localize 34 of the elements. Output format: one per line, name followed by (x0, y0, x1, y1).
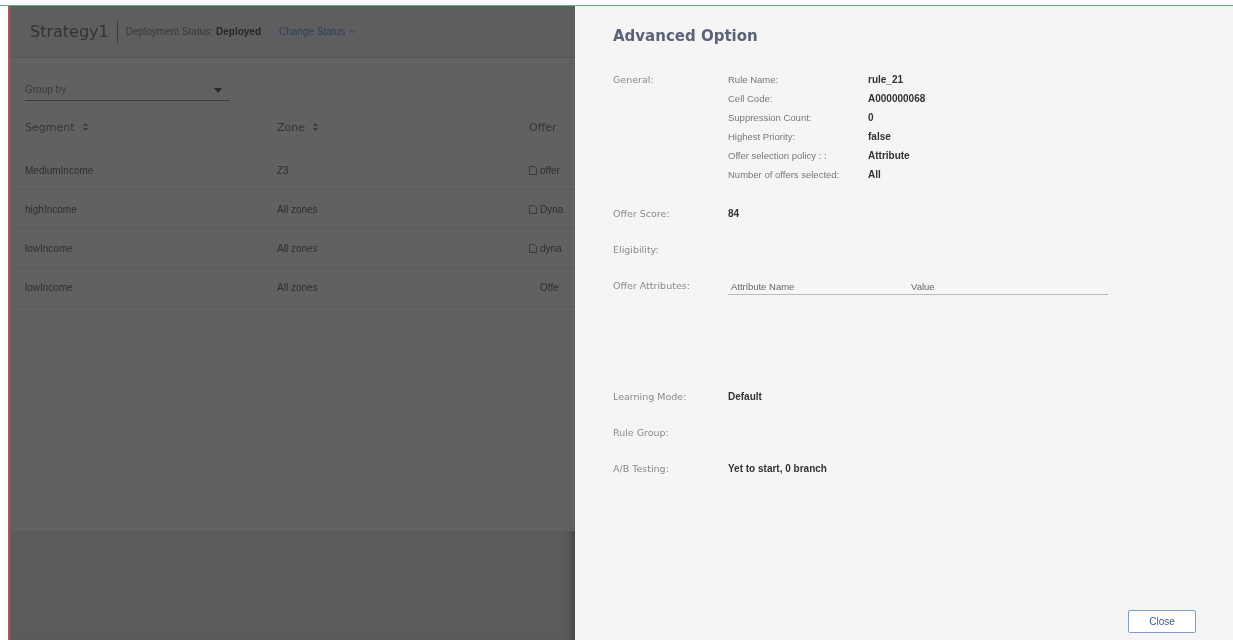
field-value: A000000068 (868, 92, 926, 106)
section-label: General: (613, 73, 655, 87)
caret-icon (349, 29, 357, 34)
field-label: Suppression Count: (728, 111, 813, 125)
field-value: Attribute (868, 149, 911, 163)
caret-icon (214, 88, 222, 93)
document-icon (529, 243, 537, 253)
field-label: Rule Name: (728, 73, 780, 87)
field-value: 84 (728, 207, 740, 221)
field-value: All (868, 168, 882, 182)
field-label: Cell Code: (728, 92, 774, 106)
section-label: Learning Mode: (613, 390, 688, 404)
column-header: Attribute Name (731, 280, 796, 292)
document-icon (529, 204, 537, 214)
field-value: Yet to start, 0 branch (728, 462, 827, 476)
field-label: Highest Priority: (728, 130, 797, 144)
field-value: Default (728, 390, 762, 404)
document-icon (529, 165, 537, 175)
column-header: Value (911, 280, 936, 292)
drawer-title: Advanced Option (613, 27, 759, 45)
field-value: 0 (868, 111, 875, 125)
sort-icon[interactable] (82, 123, 88, 131)
section-label: Offer Attributes: (613, 279, 691, 293)
section-label: Rule Group: (613, 426, 670, 440)
status-value: Deployed (216, 26, 261, 37)
field-value: false (868, 130, 892, 144)
field-label: Offer selection policy : : (728, 149, 828, 163)
field-value: rule_21 (868, 73, 905, 87)
section-label: A/B Testing: (613, 462, 670, 476)
sort-icon[interactable] (313, 123, 318, 131)
field-label: Number of offers selected: (728, 168, 841, 182)
close-button[interactable]: Close (1128, 610, 1196, 633)
section-label: Eligibility: (613, 243, 660, 257)
section-label: Offer Score: (613, 207, 671, 221)
